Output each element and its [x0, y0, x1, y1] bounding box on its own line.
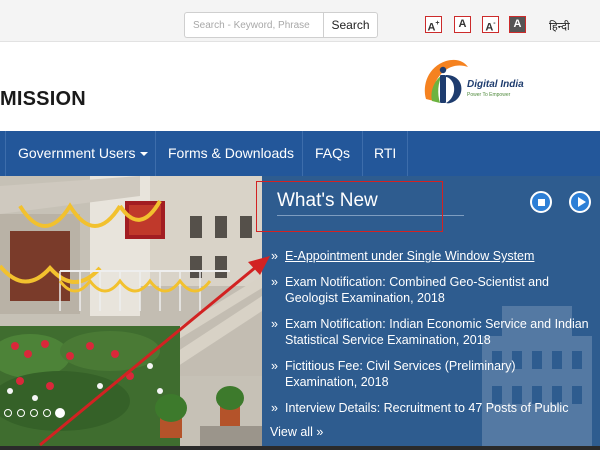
font-increase-button[interactable]: A+	[425, 16, 442, 34]
slider-dot[interactable]	[4, 409, 12, 417]
news-item[interactable]: » Exam Notification: Indian Economic Serv…	[271, 316, 591, 349]
site-title: MISSION	[0, 88, 86, 110]
building-photo-icon	[0, 176, 262, 450]
high-contrast-button[interactable]: A	[509, 16, 526, 33]
hero-slider[interactable]	[0, 176, 262, 450]
news-item[interactable]: » Interview Details: Recruitment to 47 Po…	[271, 400, 591, 417]
nav-item-forms-downloads[interactable]: Forms & Downloads	[168, 131, 294, 176]
nav-separator	[362, 131, 363, 176]
nav-separator	[407, 131, 408, 176]
top-utility-bar: Search A+ A A- A हिन्दी	[0, 0, 600, 42]
bottom-strip	[0, 446, 600, 450]
slider-dot-active[interactable]	[55, 408, 65, 418]
search-input[interactable]	[184, 12, 324, 38]
logo-tagline: Power To Empower	[467, 92, 511, 98]
nav-item-government-users[interactable]: Government Users	[18, 131, 149, 176]
nav-separator	[302, 131, 303, 176]
chevron-down-icon	[140, 152, 149, 157]
nav-item-faqs[interactable]: FAQs	[315, 131, 350, 176]
annotation-highlight-box	[256, 181, 443, 232]
language-hindi-link[interactable]: हिन्दी	[549, 19, 570, 34]
nav-separator	[5, 131, 6, 176]
search-button[interactable]: Search	[323, 12, 378, 38]
news-item[interactable]: » E-Appointment under Single Window Syste…	[271, 248, 591, 265]
main-navigation: Government Users Forms & Downloads FAQs …	[0, 131, 600, 176]
news-item[interactable]: » Exam Notification: Combined Geo-Scienti…	[271, 274, 591, 307]
font-decrease-button[interactable]: A-	[482, 16, 499, 34]
play-icon[interactable]	[569, 191, 591, 213]
slider-dot[interactable]	[30, 409, 38, 417]
news-item[interactable]: » Fictitious Fee: Civil Services (Prelimi…	[271, 358, 591, 391]
slider-dot[interactable]	[17, 409, 25, 417]
nav-item-rti[interactable]: RTI	[374, 131, 396, 176]
nav-separator	[155, 131, 156, 176]
view-all-link[interactable]: View all »	[270, 425, 323, 439]
news-list: » E-Appointment under Single Window Syste…	[271, 248, 591, 425]
logo-name: Digital India	[467, 79, 524, 90]
stop-icon[interactable]	[530, 191, 552, 213]
font-normal-button[interactable]: A	[454, 16, 471, 33]
slider-dot[interactable]	[43, 409, 51, 417]
page: Search A+ A A- A हिन्दी MISSION Digital …	[0, 0, 600, 450]
